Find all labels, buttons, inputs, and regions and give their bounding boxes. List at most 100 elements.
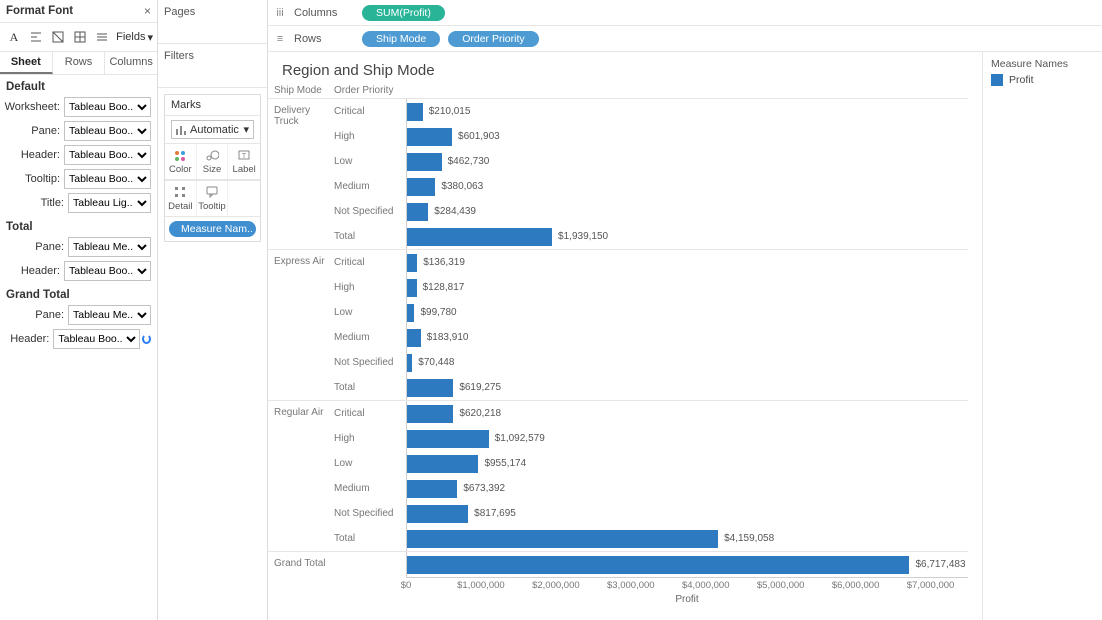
ship-mode-group: Express AirCritical$136,319High$128,817L…	[268, 250, 968, 401]
loading-spinner-icon	[142, 334, 151, 344]
bar-row: Critical$620,218	[334, 401, 968, 426]
section-grand-total: Grand Total	[0, 283, 157, 303]
bar-track: $1,092,579	[406, 426, 968, 451]
bar-value-label: $462,730	[448, 156, 490, 167]
vis-title: Region and Ship Mode	[268, 52, 982, 83]
bar[interactable]	[407, 505, 468, 523]
rows-shelf[interactable]: ≡ Rows Ship Mode Order Priority	[268, 26, 1102, 52]
fields-label: Fields	[116, 31, 145, 43]
chart-area[interactable]: Ship Mode Order Priority Delivery TruckC…	[268, 83, 982, 620]
font-select[interactable]: Tableau Me..	[68, 237, 151, 257]
bar[interactable]	[407, 455, 478, 473]
tab-columns[interactable]: Columns	[105, 52, 157, 74]
legend-title: Measure Names	[991, 58, 1094, 70]
shading-icon[interactable]	[48, 27, 68, 47]
format-tabs: Sheet Rows Columns	[0, 52, 157, 75]
format-title: Format Font	[6, 5, 73, 17]
bar[interactable]	[407, 556, 909, 574]
bar[interactable]	[407, 304, 414, 322]
priority-label: Total	[334, 231, 406, 242]
priority-label: Total	[334, 533, 406, 544]
priority-label: Medium	[334, 332, 406, 343]
bar-row: Medium $380,063	[334, 174, 968, 199]
bar-row: High$128,817	[334, 275, 968, 300]
borders-icon[interactable]	[70, 27, 90, 47]
pill-order-priority[interactable]: Order Priority	[448, 31, 538, 47]
bar[interactable]	[407, 254, 417, 272]
bar[interactable]	[407, 530, 718, 548]
tab-sheet[interactable]: Sheet	[0, 52, 53, 74]
marks-label[interactable]: T Label	[228, 144, 260, 179]
bar[interactable]	[407, 103, 423, 121]
legend-swatch	[991, 74, 1003, 86]
priority-label: Medium	[334, 483, 406, 494]
bar[interactable]	[407, 203, 428, 221]
bar[interactable]	[407, 329, 421, 347]
priority-label: Medium	[334, 181, 406, 192]
marks-color[interactable]: Color	[165, 144, 197, 179]
font-select[interactable]: Tableau Boo..	[64, 169, 151, 189]
bar-value-label: $380,063	[441, 181, 483, 192]
bar[interactable]	[407, 279, 417, 297]
font-select[interactable]: Tableau Lig..	[68, 193, 151, 213]
bar-track: $462,730	[406, 149, 968, 174]
format-row: Header:Tableau Boo..	[0, 259, 157, 283]
legend-item-profit[interactable]: Profit	[991, 74, 1094, 86]
bar[interactable]	[407, 228, 552, 246]
align-icon[interactable]	[26, 27, 46, 47]
bar-value-label: $284,439	[434, 206, 476, 217]
marks-tooltip[interactable]: Tooltip	[197, 181, 229, 216]
bar[interactable]	[407, 153, 442, 171]
marks-detail[interactable]: Detail	[165, 181, 197, 216]
caret-down-icon: ▾	[147, 31, 153, 44]
font-letter-icon[interactable]: A	[4, 27, 24, 47]
bar[interactable]	[407, 379, 453, 397]
axis-tick: $1,000,000	[457, 580, 505, 591]
pages-shelf[interactable]: Pages	[158, 0, 267, 44]
tooltip-icon	[197, 185, 228, 199]
format-toolbar: A Fields ▾	[0, 23, 157, 52]
bar-row: Not Specified$284,439	[334, 199, 968, 224]
bar-value-label: $136,319	[423, 257, 465, 268]
bar-track: $817,695	[406, 501, 968, 526]
font-select[interactable]: Tableau Boo..	[64, 121, 151, 141]
filters-shelf[interactable]: Filters	[158, 44, 267, 88]
pill-ship-mode[interactable]: Ship Mode	[362, 31, 440, 47]
bar-row: High$1,092,579	[334, 426, 968, 451]
priority-label: High	[334, 131, 406, 142]
bar-track: $284,439	[406, 199, 968, 224]
bar-track: $1,939,150	[406, 224, 968, 249]
bar[interactable]	[407, 405, 453, 423]
marks-pill-measure-names[interactable]: Measure Nam..	[169, 221, 256, 237]
close-icon[interactable]: ×	[144, 4, 151, 18]
tab-rows[interactable]: Rows	[53, 52, 106, 74]
font-select[interactable]: Tableau Boo..	[64, 261, 151, 281]
font-select[interactable]: Tableau Boo..	[53, 329, 140, 349]
marks-card: Marks Automatic ▾ Color Size T Label	[164, 94, 261, 242]
font-select[interactable]: Tableau Me..	[68, 305, 151, 325]
bar-track: $6,717,483	[406, 552, 968, 577]
bar[interactable]	[407, 128, 452, 146]
bar-value-label: $210,015	[429, 106, 471, 117]
format-row: Pane:Tableau Boo..	[0, 119, 157, 143]
font-select[interactable]: Tableau Boo..	[64, 97, 151, 117]
bar[interactable]	[407, 480, 457, 498]
pill-sum-profit[interactable]: SUM(Profit)	[362, 5, 445, 21]
bar-row: Not Specified$817,695	[334, 501, 968, 526]
mark-type-dropdown[interactable]: Automatic ▾	[171, 120, 254, 139]
bar[interactable]	[407, 430, 489, 448]
bar-track: $99,780	[406, 300, 968, 325]
priority-label: Low	[334, 156, 406, 167]
bar-row: Critical$136,319	[334, 250, 968, 275]
grand-total-group: Grand Total$6,717,483	[268, 552, 968, 577]
font-select[interactable]: Tableau Boo..	[64, 145, 151, 165]
priority-label: Low	[334, 307, 406, 318]
bar[interactable]	[407, 178, 435, 196]
marks-size[interactable]: Size	[197, 144, 229, 179]
fields-dropdown[interactable]: Fields ▾	[116, 31, 153, 44]
columns-shelf[interactable]: iii Columns SUM(Profit)	[268, 0, 1102, 26]
bar-track: $673,392	[406, 476, 968, 501]
lines-icon[interactable]	[92, 27, 112, 47]
bar-track: $210,015	[406, 99, 968, 124]
bar[interactable]	[407, 354, 412, 372]
